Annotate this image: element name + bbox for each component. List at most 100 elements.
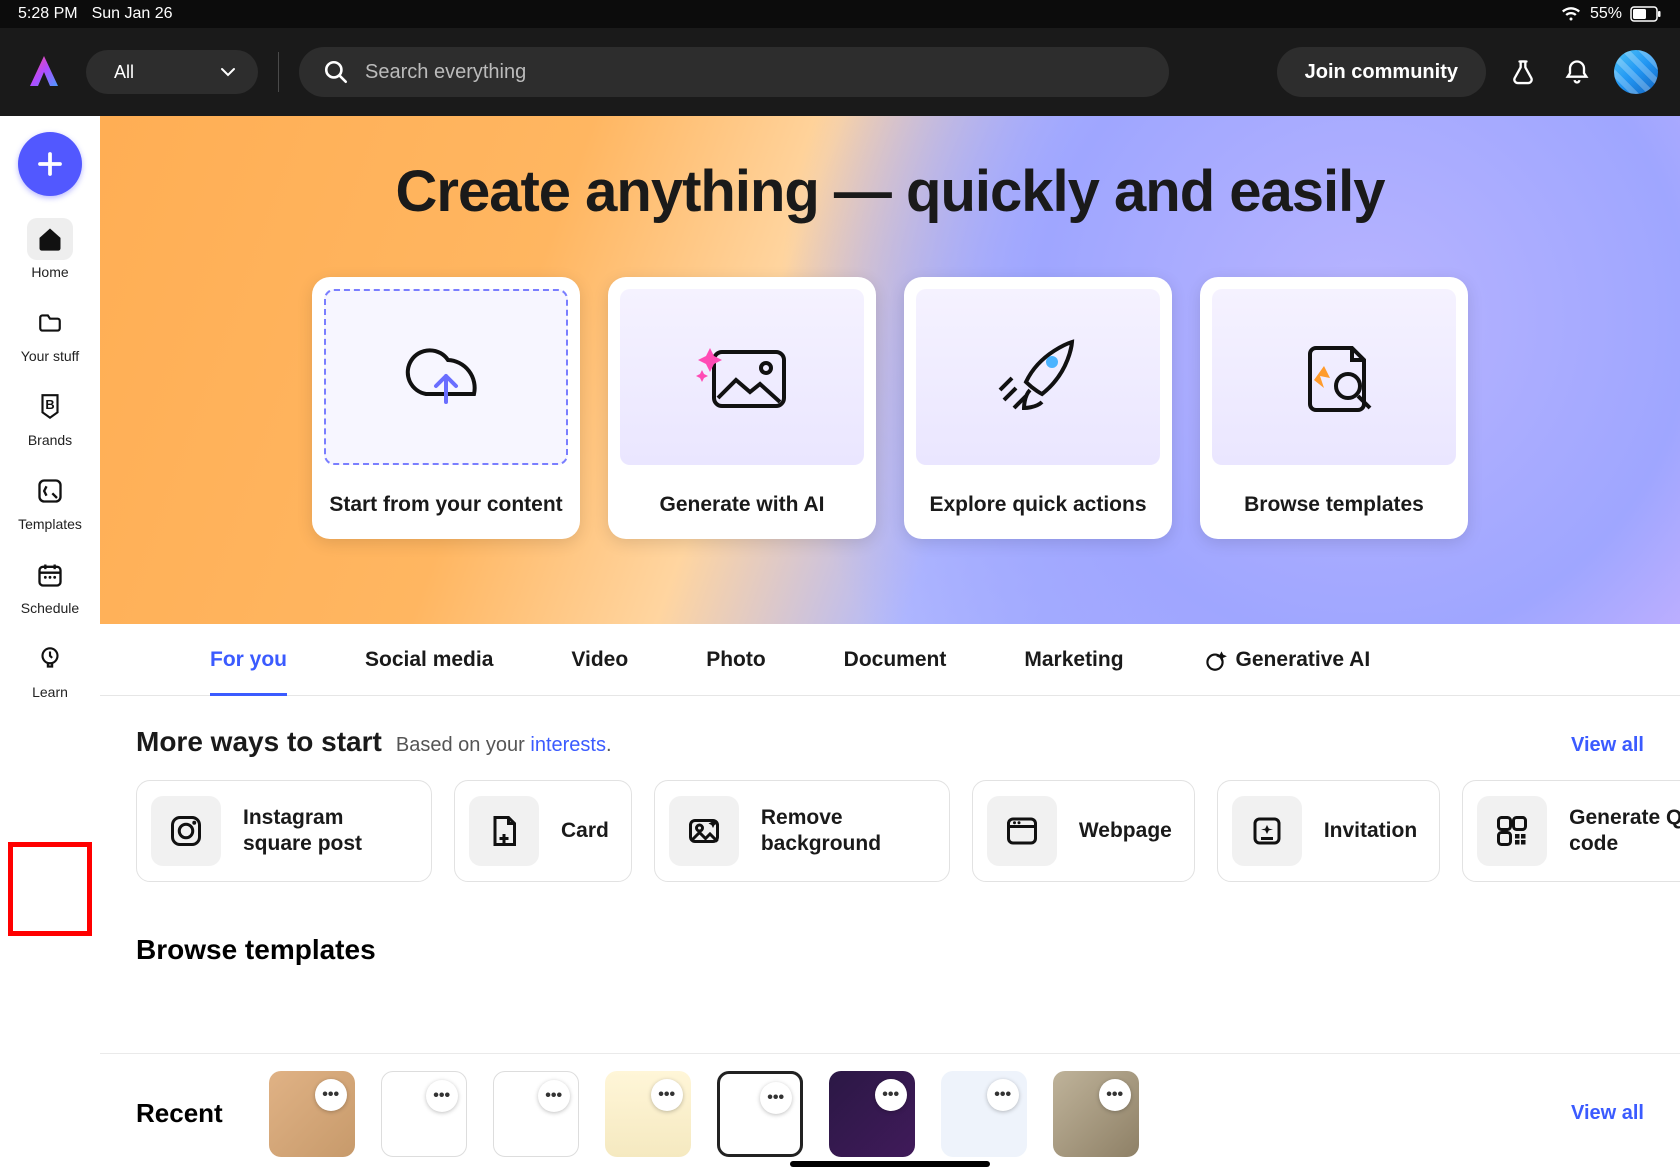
search-input[interactable] [365,61,1145,84]
app-logo-icon[interactable] [22,50,66,94]
templates-search-icon [1212,289,1456,465]
svg-text:B: B [45,397,54,412]
card-icon [469,796,539,866]
hero: Create anything — quickly and easily Sta… [100,116,1680,624]
browse-templates-heading: Browse templates [100,882,1680,966]
recent-bar: Recent ••• ••• ••• ••• ••• ••• ••• ••• V… [100,1053,1680,1173]
tab-for-you[interactable]: For you [210,624,287,695]
tab-marketing[interactable]: Marketing [1024,624,1123,695]
quick-action-remove-background[interactable]: Remove background [654,780,950,882]
sidebar: Home Your stuff B Brands Templates Sched… [0,116,100,1173]
calendar-icon [36,561,64,589]
sidebar-item-your-stuff[interactable]: Your stuff [11,302,89,364]
qr-code-icon [1477,796,1547,866]
quick-action-invitation[interactable]: Invitation [1217,780,1440,882]
more-options-icon[interactable]: ••• [987,1079,1019,1111]
search-filter-label: All [114,62,134,83]
generate-ai-icon [620,289,864,465]
sidebar-item-label: Your stuff [21,348,79,364]
more-options-icon[interactable]: ••• [1099,1079,1131,1111]
battery-percent: 55% [1590,5,1622,23]
hero-card-label: Explore quick actions [904,477,1172,539]
more-options-icon[interactable]: ••• [760,1082,792,1114]
more-options-icon[interactable]: ••• [875,1079,907,1111]
tab-document[interactable]: Document [844,624,947,695]
divider [278,52,279,92]
tab-photo[interactable]: Photo [706,624,765,695]
more-options-icon[interactable]: ••• [315,1079,347,1111]
instagram-icon [151,796,221,866]
view-all-link[interactable]: View all [1571,734,1644,757]
section-subtitle: Based on your interests. [396,734,612,757]
lightbulb-icon [37,644,63,674]
quick-action-card[interactable]: Card [454,780,632,882]
sidebar-item-label: Brands [28,432,72,448]
main-content: Create anything — quickly and easily Sta… [100,116,1680,1173]
sparkle-icon [1202,647,1228,673]
recent-item[interactable]: ••• [269,1071,355,1157]
user-avatar[interactable] [1614,50,1658,94]
home-icon [36,225,64,253]
wifi-icon [1560,6,1582,22]
recent-title: Recent [136,1098,223,1129]
battery-icon [1630,6,1662,22]
home-indicator [790,1161,990,1167]
folder-icon [36,310,64,336]
hero-card-browse-templates[interactable]: Browse templates [1200,277,1468,539]
flask-icon[interactable] [1506,55,1540,89]
join-community-button[interactable]: Join community [1277,47,1486,97]
recent-view-all-link[interactable]: View all [1571,1102,1644,1125]
create-new-button[interactable] [18,132,82,196]
sidebar-item-label: Home [31,264,68,280]
recent-item[interactable]: ••• [717,1071,803,1157]
more-options-icon[interactable]: ••• [426,1080,458,1112]
more-options-icon[interactable]: ••• [651,1079,683,1111]
recent-item[interactable]: ••• [605,1071,691,1157]
sidebar-item-label: Templates [18,516,82,532]
recent-item[interactable]: ••• [381,1071,467,1157]
highlight-annotation [8,842,92,936]
recent-item[interactable]: ••• [941,1071,1027,1157]
quick-action-qr-code[interactable]: Generate QR code [1462,780,1680,882]
app-header: All Join community [0,28,1680,116]
status-time: 5:28 PM [18,5,78,23]
search-bar[interactable] [299,47,1169,97]
hero-card-start-from-content[interactable]: Start from your content [312,277,580,539]
upload-cloud-icon [324,289,568,465]
sidebar-item-home[interactable]: Home [11,218,89,280]
interests-link[interactable]: interests [530,734,606,756]
sidebar-item-label: Learn [32,684,68,700]
tab-video[interactable]: Video [571,624,628,695]
rocket-icon [916,289,1160,465]
quick-action-instagram-post[interactable]: Instagram square post [136,780,432,882]
search-filter-dropdown[interactable]: All [86,50,258,94]
sidebar-item-schedule[interactable]: Schedule [11,554,89,616]
sidebar-item-learn[interactable]: Learn [11,638,89,700]
hero-card-label: Generate with AI [608,477,876,539]
templates-icon [36,477,64,505]
chevron-down-icon [220,67,236,77]
bell-icon[interactable] [1560,55,1594,89]
ipad-status-bar: 5:28 PM Sun Jan 26 55% [0,0,1680,28]
brands-icon: B [37,392,63,422]
invitation-icon [1232,796,1302,866]
recent-item[interactable]: ••• [1053,1071,1139,1157]
webpage-icon [987,796,1057,866]
sidebar-item-templates[interactable]: Templates [11,470,89,532]
more-options-icon[interactable]: ••• [538,1080,570,1112]
section-title: More ways to start [136,726,382,758]
status-date: Sun Jan 26 [92,5,173,23]
sidebar-item-label: Schedule [21,600,79,616]
quick-action-webpage[interactable]: Webpage [972,780,1195,882]
hero-card-label: Browse templates [1200,477,1468,539]
hero-card-label: Start from your content [312,477,580,539]
recent-item[interactable]: ••• [829,1071,915,1157]
category-tabs: For you Social media Video Photo Documen… [100,624,1680,696]
sidebar-item-brands[interactable]: B Brands [11,386,89,448]
hero-card-generate-ai[interactable]: Generate with AI [608,277,876,539]
tab-generative-ai[interactable]: Generative AI [1202,624,1371,695]
tab-social-media[interactable]: Social media [365,624,493,695]
hero-card-quick-actions[interactable]: Explore quick actions [904,277,1172,539]
recent-item[interactable]: ••• [493,1071,579,1157]
hero-headline: Create anything — quickly and easily [100,158,1680,225]
